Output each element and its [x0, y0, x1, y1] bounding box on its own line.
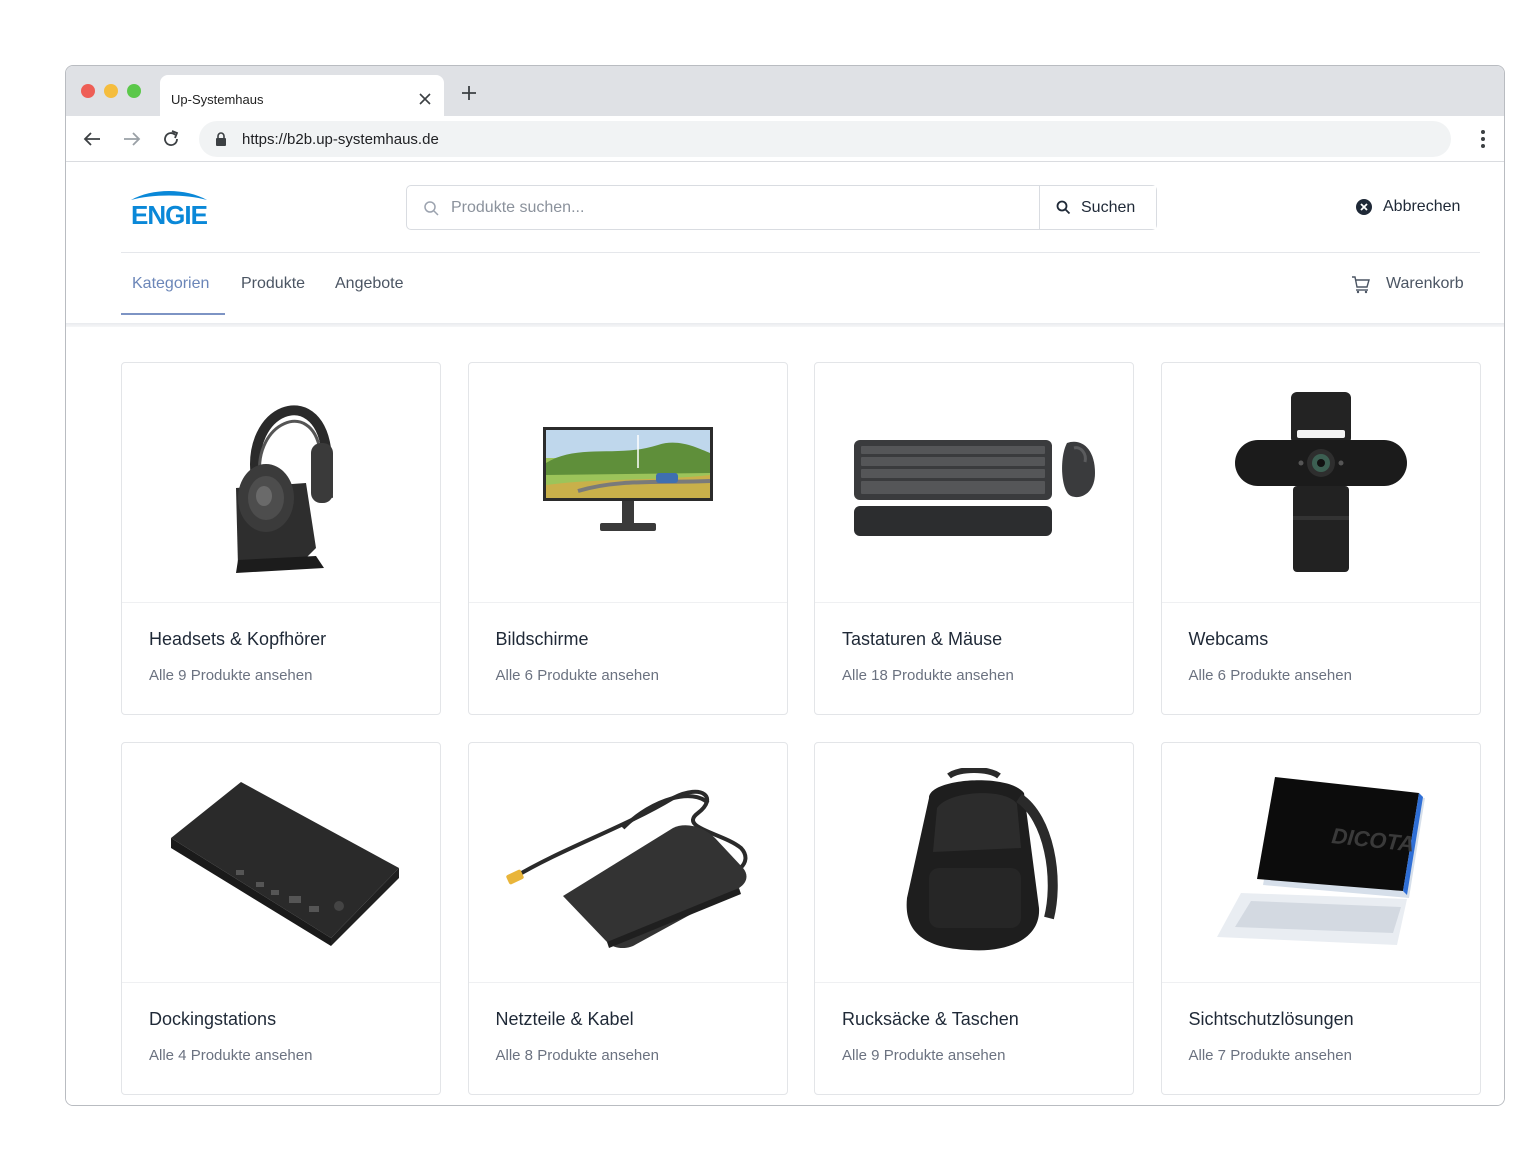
minimize-window-button[interactable]: [104, 84, 118, 98]
url-text: https://b2b.up-systemhaus.de: [242, 131, 439, 148]
maximize-window-button[interactable]: [127, 84, 141, 98]
active-tab-indicator: [121, 313, 225, 315]
shop-page: ENGIE Suchen Abbrechen: [66, 163, 1504, 1105]
webcam-icon: [1234, 391, 1407, 572]
headset-icon: [236, 404, 333, 573]
category-card[interactable]: Headsets & Kopfhörer Alle 9 Produkte ans…: [121, 362, 441, 715]
tab-title: Up-Systemhaus: [171, 92, 264, 107]
category-title: Sichtschutzlösungen: [1188, 1009, 1354, 1029]
engie-logo[interactable]: ENGIE: [122, 190, 216, 228]
privacy-filter-icon: DICOTA: [1216, 776, 1425, 945]
search-button-label: Suchen: [1081, 199, 1136, 216]
power-adapter-icon: [505, 789, 747, 948]
browser-tab[interactable]: Up-Systemhaus: [160, 75, 444, 116]
category-link[interactable]: Alle 8 Produkte ansehen: [496, 1047, 659, 1064]
category-card[interactable]: Dockingstations Alle 4 Produkte ansehen: [121, 742, 441, 1095]
card-image: [1161, 363, 1480, 603]
card-image: [468, 743, 787, 983]
category-title: Rucksäcke & Taschen: [842, 1009, 1019, 1029]
card-image: [815, 743, 1133, 983]
category-link[interactable]: Alle 18 Produkte ansehen: [842, 667, 1014, 684]
category-card[interactable]: Bildschirme Alle 6 Produkte ansehen: [467, 362, 788, 715]
card-image: [468, 363, 787, 603]
tab-produkte[interactable]: Produkte: [241, 275, 305, 293]
address-bar[interactable]: https://b2b.up-systemhaus.de: [199, 121, 1451, 157]
category-title: Headsets & Kopfhörer: [149, 629, 327, 649]
lock-icon: [216, 132, 226, 146]
card-image: [815, 363, 1133, 603]
tab-bar: Up-Systemhaus: [66, 66, 1504, 116]
category-title: Tastaturen & Mäuse: [842, 629, 1003, 649]
category-card[interactable]: Tastaturen & Mäuse Alle 18 Produkte anse…: [814, 362, 1134, 715]
new-tab-icon[interactable]: [459, 83, 479, 103]
category-grid: Headsets & Kopfhörer Alle 9 Produkte ans…: [121, 362, 1481, 1095]
cart-icon: [1352, 276, 1370, 294]
search-box: Suchen: [406, 185, 1157, 230]
docking-station-icon: [171, 781, 399, 946]
search-icon: [424, 201, 439, 216]
forward-arrow-icon[interactable]: [121, 128, 143, 150]
category-title: Bildschirme: [495, 629, 589, 649]
category-link[interactable]: Alle 9 Produkte ansehen: [842, 1047, 1005, 1064]
category-card[interactable]: Netzteile & Kabel Alle 8 Produkte ansehe…: [467, 742, 788, 1095]
close-circle-icon: [1356, 199, 1372, 215]
reload-icon[interactable]: [160, 128, 182, 150]
category-card[interactable]: Webcams Alle 6 Produkte ansehen: [1160, 362, 1481, 715]
logo-text: ENGIE: [131, 200, 208, 228]
category-link[interactable]: Alle 4 Produkte ansehen: [149, 1047, 312, 1064]
close-tab-icon[interactable]: [418, 92, 432, 106]
category-title: Dockingstations: [149, 1009, 277, 1029]
header-shadow: [66, 323, 1504, 327]
keyboard-mouse-icon: [854, 439, 1095, 536]
category-card[interactable]: Rucksäcke & Taschen Alle 9 Produkte anse…: [814, 742, 1134, 1095]
category-title: Webcams: [1188, 629, 1269, 649]
search-button[interactable]: Suchen: [1039, 186, 1156, 229]
tab-kategorien[interactable]: Kategorien: [132, 275, 209, 293]
category-title: Netzteile & Kabel: [495, 1009, 634, 1029]
browser-window: Up-Systemhaus https://b2b.up-systemhaus.…: [65, 65, 1505, 1106]
header-divider: [121, 252, 1480, 253]
card-image: DICOTA: [1161, 743, 1480, 983]
category-link[interactable]: Alle 7 Produkte ansehen: [1189, 1047, 1352, 1064]
category-card[interactable]: DICOTA Sichtschutzlösungen Alle 7 Produk…: [1160, 742, 1481, 1095]
category-link[interactable]: Alle 9 Produkte ansehen: [149, 667, 312, 684]
cancel-label: Abbrechen: [1383, 198, 1461, 215]
monitor-icon: [542, 426, 713, 531]
tab-angebote[interactable]: Angebote: [335, 275, 404, 293]
category-link[interactable]: Alle 6 Produkte ansehen: [496, 667, 659, 684]
card-image: [122, 363, 440, 603]
backpack-icon: [906, 767, 1058, 950]
browser-menu-icon[interactable]: [1480, 128, 1486, 150]
card-image: [122, 743, 440, 983]
category-link[interactable]: Alle 6 Produkte ansehen: [1189, 667, 1352, 684]
back-arrow-icon[interactable]: [81, 128, 103, 150]
close-window-button[interactable]: [81, 84, 95, 98]
search-input[interactable]: [451, 187, 1036, 228]
search-button-icon: [1056, 200, 1071, 215]
browser-toolbar: https://b2b.up-systemhaus.de: [66, 116, 1504, 162]
cart-label: Warenkorb: [1386, 275, 1464, 292]
